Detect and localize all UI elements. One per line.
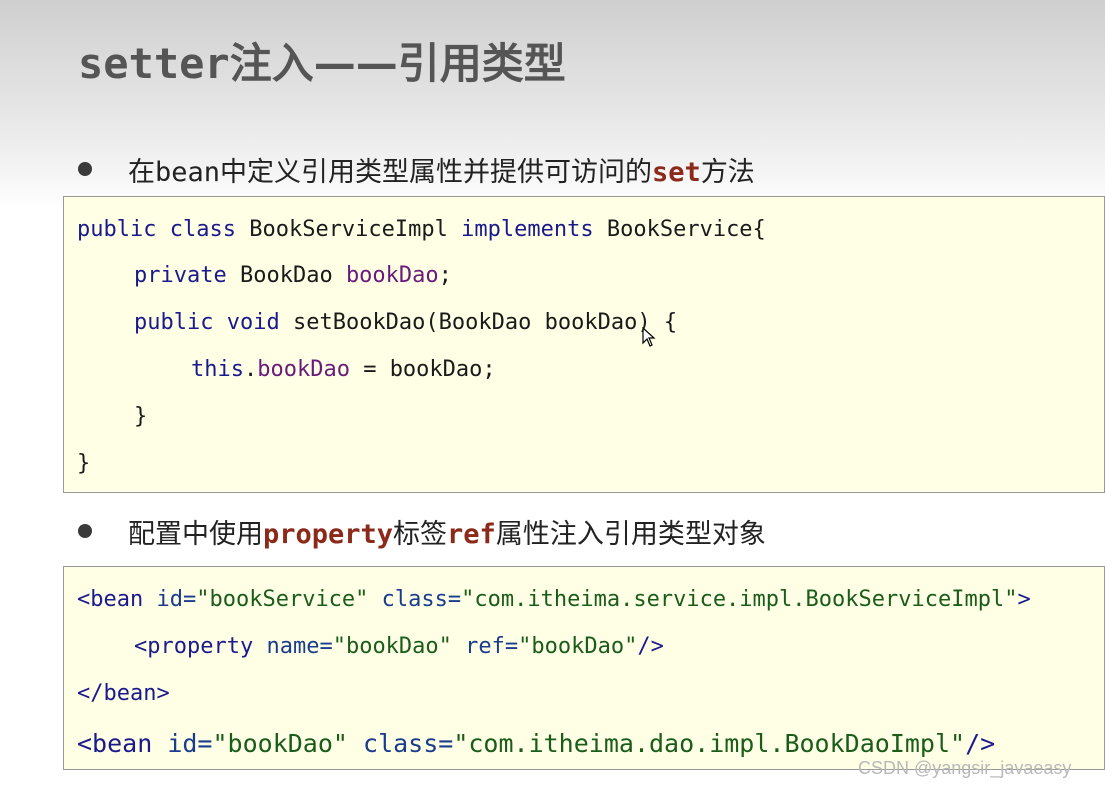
bullet-dot-1 [78, 162, 92, 176]
bullet-dot-2 [78, 524, 92, 538]
slide-title: setter注入——引用类型 [78, 30, 566, 91]
kw-public: public [77, 217, 157, 242]
xml-bean2-close: /> [965, 729, 996, 758]
code-line-2: private BookDao bookDao; [134, 263, 452, 288]
bullet1-kw: set [652, 157, 701, 188]
bullet2-kw-ref: ref [447, 519, 496, 550]
xml-bean-close: > [1017, 587, 1031, 612]
watermark: CSDN @yangsir_javaeasy [858, 758, 1072, 778]
xml-bean-open: <bean [77, 587, 144, 612]
bullet1-mid: 中定义引用类型属性并提供可访问的 [220, 157, 653, 188]
bullet1-pre: 在 [128, 157, 155, 188]
xml-line-2: <property name="bookDao" ref="bookDao"/> [134, 634, 664, 659]
xml-property-close: /> [637, 634, 664, 659]
xml-code-block: <bean id="bookService" class="com.itheim… [63, 566, 1105, 770]
xml-bean2-open: <bean [77, 729, 153, 758]
xml-ref-val: "bookDao" [518, 634, 638, 659]
xml-class-attr: class= [381, 587, 462, 612]
kw-implements: implements [461, 217, 594, 242]
xml-ref-attr: ref= [465, 634, 519, 659]
semicolon: ; [438, 263, 452, 288]
code-line-4: this.bookDao = bookDao; [191, 357, 496, 382]
kw-public-2: public [134, 310, 214, 335]
bullet1-post: 方法 [700, 157, 755, 188]
xml-property-open: <property [134, 634, 254, 659]
java-code-block: public class BookServiceImpl implements … [63, 196, 1105, 493]
xml-id2-attr: id= [167, 729, 213, 758]
xml-line-3: </bean> [77, 681, 170, 706]
kw-this: this [191, 357, 244, 382]
bullet2-mid: 标签 [393, 519, 448, 550]
bullet1-bean: bean [155, 157, 221, 188]
kw-void: void [226, 310, 280, 335]
setter-signature: setBookDao(BookDao bookDao) { [292, 310, 678, 335]
code-line-6: } [77, 451, 91, 476]
code-line-3: public void setBookDao(BookDao bookDao) … [134, 310, 677, 335]
field-name: bookDao [345, 263, 439, 288]
bullet-text-2: 配置中使用property标签ref属性注入引用类型对象 [128, 512, 766, 551]
interface-name: BookService{ [606, 217, 766, 242]
xml-name-attr: name= [266, 634, 333, 659]
bullet2-kw-property: property [263, 519, 394, 550]
bullet-text-1: 在bean中定义引用类型属性并提供可访问的set方法 [128, 150, 755, 189]
xml-id2-val: "bookDao" [212, 729, 348, 758]
xml-class2-attr: class= [363, 729, 454, 758]
xml-line-1: <bean id="bookService" class="com.itheim… [77, 587, 1031, 612]
code-line-5: } [134, 404, 148, 429]
xml-class2-val: "com.itheima.dao.impl.BookDaoImpl" [453, 729, 966, 758]
field-type: BookDao [239, 263, 333, 288]
title-cjk: 注入——引用类型 [229, 39, 566, 88]
xml-line-4: <bean id="bookDao" class="com.itheima.da… [77, 729, 995, 758]
mouse-pointer-icon [642, 327, 656, 347]
kw-private: private [134, 263, 227, 288]
dot: . [243, 357, 258, 382]
xml-id-val: "bookService" [196, 587, 369, 612]
xml-class-val: "com.itheima.service.impl.BookServiceImp… [461, 587, 1018, 612]
bullet2-pre: 配置中使用 [128, 519, 263, 550]
kw-class: class [169, 217, 236, 242]
bullet2-post: 属性注入引用类型对象 [495, 519, 766, 550]
class-name: BookServiceImpl [249, 217, 448, 242]
xml-id-attr: id= [156, 587, 197, 612]
code-line-1: public class BookServiceImpl implements … [77, 217, 766, 242]
xml-name-val: "bookDao" [332, 634, 452, 659]
this-field: bookDao [257, 357, 350, 382]
title-latin: setter [78, 39, 230, 88]
assignment: = bookDao; [349, 357, 496, 382]
